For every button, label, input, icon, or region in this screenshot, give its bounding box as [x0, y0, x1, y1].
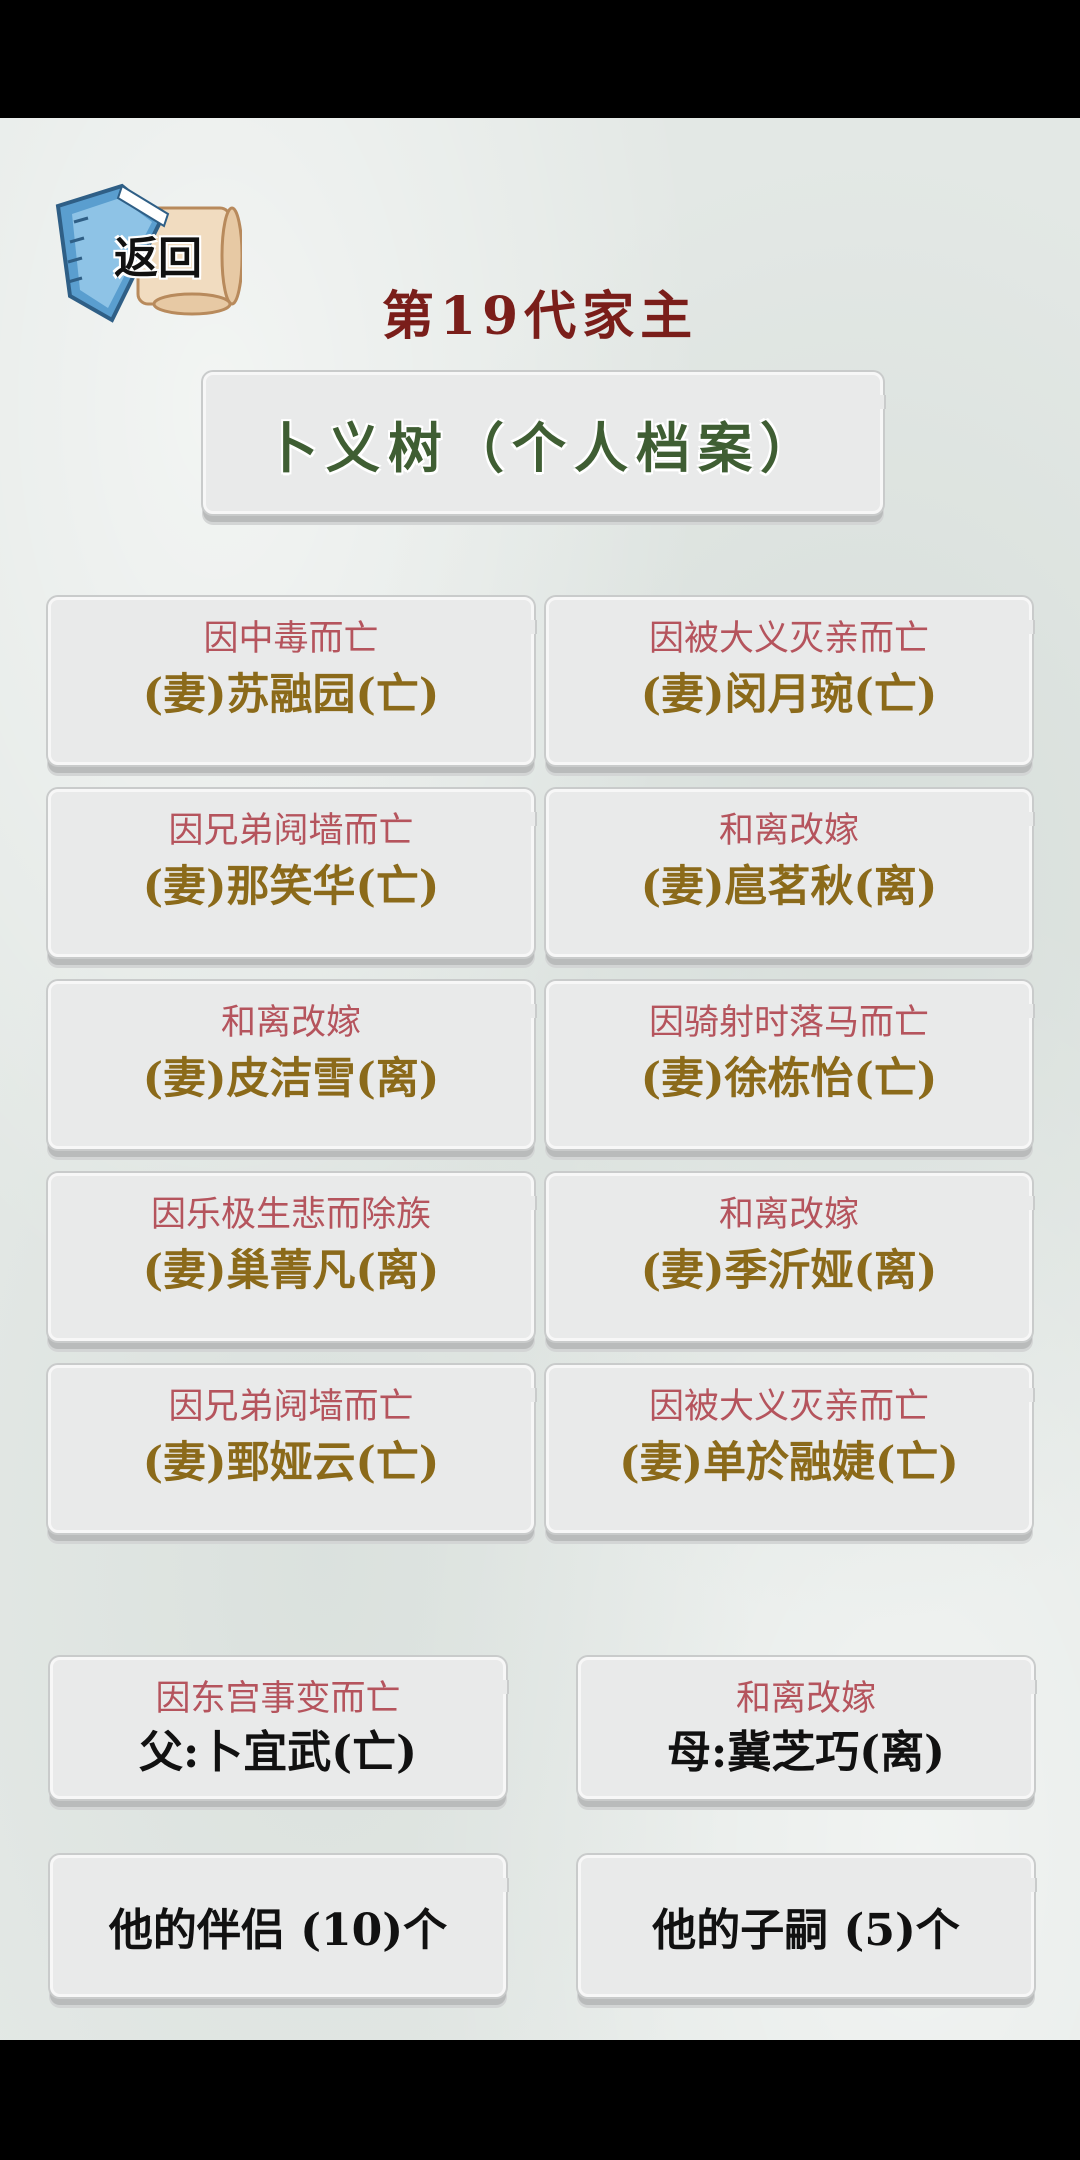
spouse-name: (妻)季沂娅(离): [640, 1246, 938, 1296]
spouse-cause: 因乐极生悲而除族: [150, 1195, 431, 1235]
spouse-card[interactable]: 因兄弟阋墙而亡 (妻)鄄娅云(亡): [48, 1365, 537, 1533]
spouse-name: (妻)苏融园(亡): [142, 670, 440, 720]
children-button-label: 他的子嗣 (5)个: [652, 1905, 960, 1956]
spouse-card[interactable]: 因骑射时落马而亡 (妻)徐栋怡(亡): [546, 981, 1035, 1149]
spouse-card[interactable]: 因中毒而亡 (妻)苏融园(亡): [48, 597, 537, 765]
spouse-card[interactable]: 因兄弟阋墙而亡 (妻)那笑华(亡): [48, 789, 537, 957]
father-cause: 因东宫事变而亡: [155, 1679, 401, 1719]
spouse-name: (妻)皮洁雪(离): [142, 1054, 440, 1104]
spouse-cause: 和离改嫁: [220, 1003, 361, 1043]
mother-card[interactable]: 和离改嫁 母:冀芝巧(离): [578, 1657, 1037, 1799]
spouse-card[interactable]: 和离改嫁 (妻)季沂娅(离): [546, 1173, 1035, 1341]
spouse-card[interactable]: 因乐极生悲而除族 (妻)巢菁凡(离): [48, 1173, 537, 1341]
spouse-name: (妻)徐栋怡(亡): [640, 1054, 938, 1104]
person-title: 卜义树（个人档案）: [264, 415, 822, 480]
father-card[interactable]: 因东宫事变而亡 父:卜宜武(亡): [50, 1657, 509, 1799]
spouse-card[interactable]: 和离改嫁 (妻)扈茗秋(离): [546, 789, 1035, 957]
spouse-cause: 因骑射时落马而亡: [648, 1003, 929, 1043]
spouse-name: (妻)闵月琬(亡): [640, 670, 938, 720]
children-button[interactable]: 他的子嗣 (5)个: [578, 1855, 1037, 1997]
spouse-name: (妻)那笑华(亡): [142, 862, 440, 912]
spouse-name: (妻)巢菁凡(离): [142, 1246, 440, 1296]
mother-cause: 和离改嫁: [735, 1679, 876, 1719]
person-title-panel: 卜义树（个人档案）: [203, 372, 886, 514]
mother-name: 母:冀芝巧(离): [667, 1727, 945, 1778]
spouse-cause: 和离改嫁: [718, 1195, 859, 1235]
spouse-cause: 因被大义灭亲而亡: [648, 1387, 929, 1427]
spouse-card[interactable]: 因被大义灭亲而亡 (妻)单於融婕(亡): [546, 1365, 1035, 1533]
spouse-cause: 因中毒而亡: [203, 619, 379, 659]
spouse-card[interactable]: 和离改嫁 (妻)皮洁雪(离): [48, 981, 537, 1149]
father-name: 父:卜宜武(亡): [139, 1727, 417, 1778]
spouse-cause: 和离改嫁: [718, 811, 859, 851]
spouse-name: (妻)单於融婕(亡): [619, 1438, 959, 1488]
spouse-cause: 因兄弟阋墙而亡: [168, 811, 414, 851]
generation-title: 第19代家主: [381, 286, 699, 347]
spouse-name: (妻)扈茗秋(离): [640, 862, 938, 912]
partners-button[interactable]: 他的伴侣 (10)个: [50, 1855, 509, 1997]
spouse-cause: 因被大义灭亲而亡: [648, 619, 929, 659]
partners-button-label: 他的伴侣 (10)个: [108, 1905, 448, 1956]
spouse-card[interactable]: 因被大义灭亲而亡 (妻)闵月琬(亡): [546, 597, 1035, 765]
navigation-bar: [0, 2040, 1080, 2160]
spouse-cause: 因兄弟阋墙而亡: [168, 1387, 414, 1427]
status-bar: [0, 0, 1080, 118]
spouse-name: (妻)鄄娅云(亡): [142, 1438, 440, 1488]
